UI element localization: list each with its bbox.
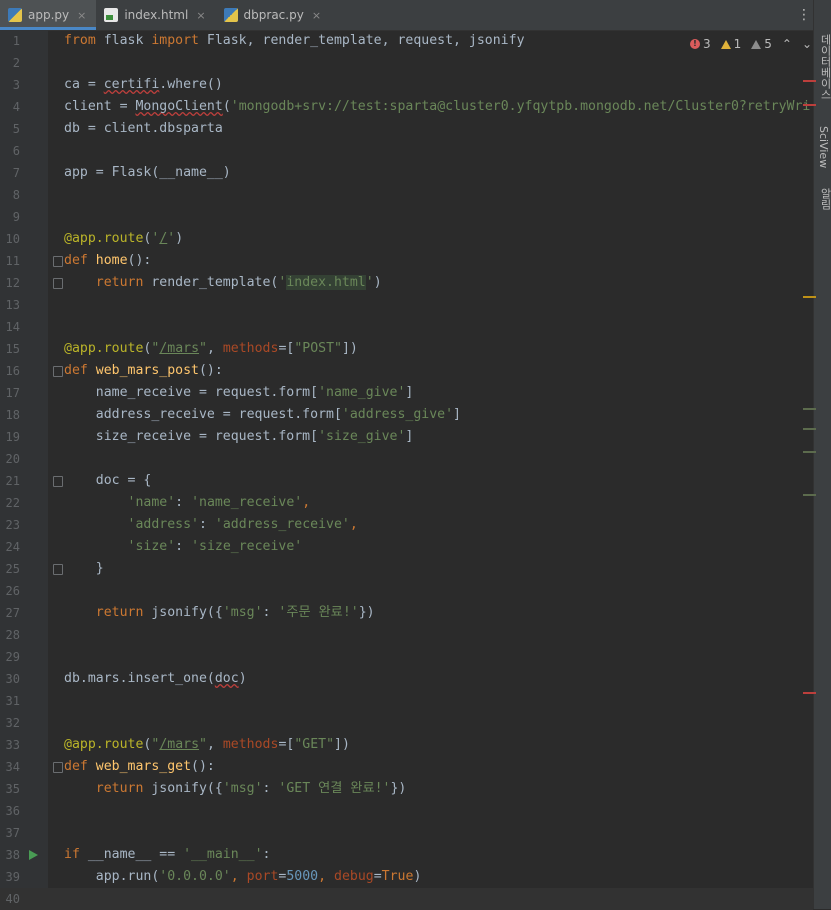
tab-label: index.html <box>124 8 189 22</box>
sciview-tool-button[interactable]: SciView <box>817 126 830 168</box>
code-line: 35 return jsonify({'msg': 'GET 연결 완료!'}) <box>5 781 407 796</box>
weak-warning-stripe-marker[interactable] <box>803 428 816 430</box>
code-line: 34 def web_mars_get(): <box>5 759 215 774</box>
weak-warning-stripe-marker[interactable] <box>803 408 816 410</box>
database-tool-button[interactable]: 데이터베이스 <box>817 34 831 100</box>
close-icon[interactable]: × <box>77 9 86 22</box>
code-line: 9 <box>12 210 20 224</box>
code-line: 31 <box>5 694 20 708</box>
code-line: 1 from flask import Flask, render_templat… <box>12 33 525 48</box>
code-line: 22 'name': 'name_receive', <box>5 495 311 510</box>
tab-label: app.py <box>28 8 70 22</box>
code-line: 2 <box>12 56 20 70</box>
fold-icon[interactable] <box>53 476 63 487</box>
editor-tab-bar: app.py × index.html × dbprac.py × <box>0 0 813 31</box>
html-file-icon <box>104 8 119 22</box>
code-line: 6 <box>12 144 20 158</box>
code-line: 14 <box>5 320 20 334</box>
code-line: 32 <box>5 716 20 730</box>
code-line: 13 <box>5 298 20 312</box>
code-editor[interactable]: 1 from flask import Flask, render_templat… <box>0 30 813 910</box>
code-line: 17 name_receive = request.form['name_giv… <box>5 385 414 400</box>
fold-icon[interactable] <box>53 564 63 575</box>
code-line: 15 @app.route("/mars", methods=["POST"]) <box>5 341 358 356</box>
tab-menu-icon[interactable]: ⋮ <box>795 0 813 30</box>
code-line: 23 'address': 'address_receive', <box>5 517 358 532</box>
code-line: 18 address_receive = request.form['addre… <box>5 407 461 422</box>
code-line: 8 <box>12 188 20 202</box>
python-file-icon <box>223 8 238 22</box>
code-line: 37 <box>5 826 20 840</box>
fold-icon[interactable] <box>53 278 63 289</box>
fold-icon[interactable] <box>53 762 63 773</box>
code-line: 7 app = Flask(__name__) <box>12 165 231 180</box>
code-line: 29 <box>5 650 20 664</box>
python-file-icon <box>8 8 22 22</box>
code-line: 33 @app.route("/mars", methods=["GET"]) <box>5 737 350 752</box>
code-line: 21 doc = { <box>5 473 152 488</box>
right-tool-strip: 데이터베이스 SciView 알림 <box>813 0 831 909</box>
code-line: 11 def home(): <box>5 253 152 268</box>
code-line: 4 client = MongoClient('mongodb+srv://tes… <box>12 99 811 114</box>
fold-icon[interactable] <box>53 256 63 267</box>
notifications-tool-button[interactable]: 알림 <box>817 188 831 210</box>
error-stripe-marker[interactable] <box>803 104 816 106</box>
warning-stripe-marker[interactable] <box>803 296 816 298</box>
close-icon[interactable]: × <box>312 9 321 22</box>
code-line: 24 'size': 'size_receive' <box>5 539 303 554</box>
code-line-current: 40 <box>0 888 813 910</box>
weak-warning-stripe-marker[interactable] <box>803 451 816 453</box>
code-line: 30 db.mars.insert_one(doc) <box>5 671 247 686</box>
code-line: 20 <box>5 452 20 466</box>
error-stripe-marker[interactable] <box>803 692 816 694</box>
code-line: 38 if __name__ == '__main__': <box>5 847 271 862</box>
code-line: 16 def web_mars_post(): <box>5 363 223 378</box>
close-icon[interactable]: × <box>196 9 205 22</box>
code-line: 3 ca = certifi.where() <box>12 77 223 92</box>
tab-index-html[interactable]: index.html × <box>96 0 215 30</box>
code-line: 25 } <box>5 561 104 576</box>
error-stripe-marker[interactable] <box>803 80 816 82</box>
code-line: 36 <box>5 804 20 818</box>
code-line: 5 db = client.dbsparta <box>12 121 223 136</box>
code-line: 27 return jsonify({'msg': '주문 완료!'}) <box>5 605 375 620</box>
code-line: 28 <box>5 628 20 642</box>
weak-warning-stripe-marker[interactable] <box>803 494 816 496</box>
code-line: 19 size_receive = request.form['size_giv… <box>5 429 414 444</box>
code-line: 26 <box>5 584 20 598</box>
run-icon[interactable] <box>29 850 38 860</box>
code-line: 39 app.run('0.0.0.0', port=5000, debug=T… <box>5 869 422 884</box>
code-line: 12 return render_template('index.html') <box>5 275 382 290</box>
fold-icon[interactable] <box>53 366 63 377</box>
code-line: 10 @app.route('/') <box>5 231 184 246</box>
tab-app-py[interactable]: app.py × <box>0 0 97 30</box>
tab-dbprac-py[interactable]: dbprac.py × <box>216 0 332 30</box>
tab-label: dbprac.py <box>243 8 304 22</box>
